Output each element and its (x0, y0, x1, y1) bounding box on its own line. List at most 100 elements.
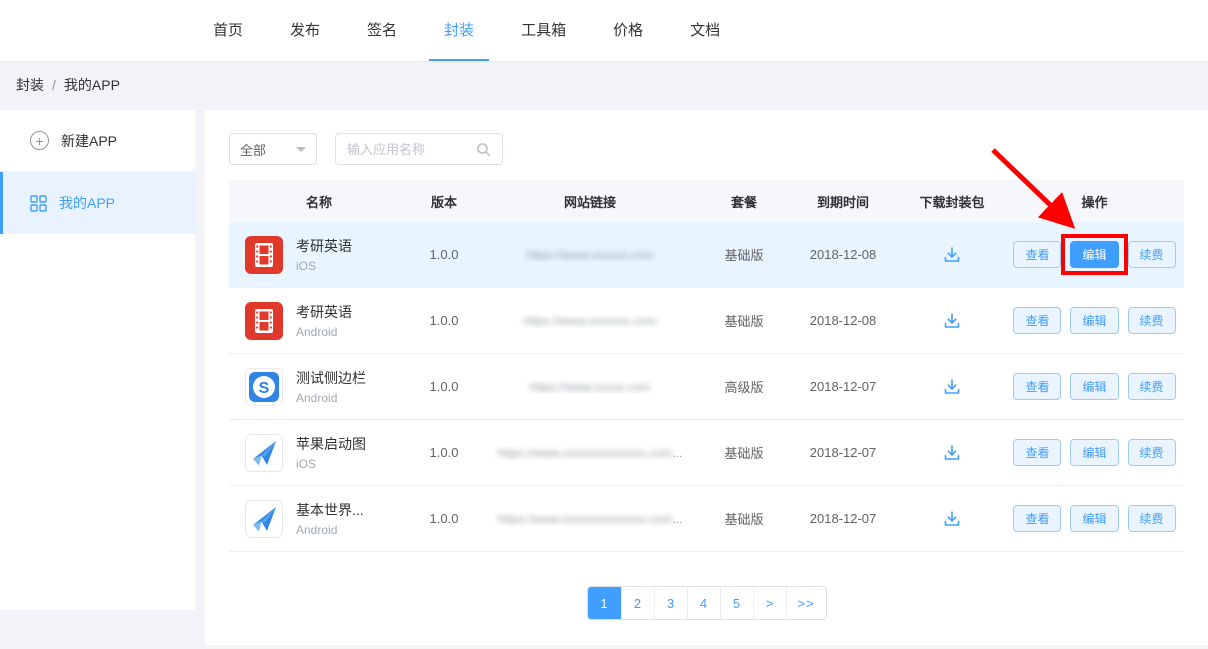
col-header-actions: 操作 (1005, 192, 1184, 211)
sidebar-item-my-app[interactable]: 我的APP (0, 172, 195, 234)
nav-item-home[interactable]: 首页 (198, 0, 258, 61)
app-platform: Android (296, 391, 366, 405)
table-row: S 测试侧边栏 Android 1.0.0 https://www.xxxxx.… (229, 354, 1184, 420)
col-header-name: 名称 (229, 192, 409, 211)
col-header-url: 网站链接 (479, 192, 701, 211)
breadcrumb-current-page: 我的APP (64, 75, 120, 95)
col-header-plan: 套餐 (701, 192, 787, 211)
nav-item-toolbox[interactable]: 工具箱 (506, 0, 581, 61)
top-navigation: 首页 发布 签名 封装 工具箱 价格 文档 (0, 0, 1208, 62)
col-header-version: 版本 (409, 192, 479, 211)
sidebar-item-label: 我的APP (59, 193, 115, 213)
edit-button[interactable]: 编辑 (1070, 307, 1118, 334)
sidebar: + 新建APP 我的APP (0, 110, 195, 610)
breadcrumb-separator: / (52, 77, 56, 93)
view-button[interactable]: 查看 (1013, 373, 1061, 400)
app-plan: 基础版 (701, 509, 787, 528)
app-plan: 基础版 (701, 311, 787, 330)
app-plan: 基础版 (701, 443, 787, 462)
renew-button[interactable]: 续费 (1128, 505, 1176, 532)
sidebar-item-label: 新建APP (61, 131, 117, 151)
table-row: 考研英语 Android 1.0.0 https://www.xxxxxxx.c… (229, 288, 1184, 354)
app-table: 名称 版本 网站链接 套餐 到期时间 下载封装包 操作 (229, 180, 1184, 552)
last-page-button[interactable]: >> (786, 587, 826, 619)
app-plan: 高级版 (701, 377, 787, 396)
filter-select[interactable]: 全部 (229, 133, 317, 165)
view-button[interactable]: 查看 (1013, 241, 1061, 268)
app-name: 苹果启动图 (296, 434, 366, 454)
nav-item-publish[interactable]: 发布 (275, 0, 335, 61)
search-icon[interactable] (476, 142, 491, 157)
app-icon-film (245, 236, 283, 274)
page-button-2[interactable]: 2 (621, 587, 654, 619)
view-button[interactable]: 查看 (1013, 307, 1061, 334)
renew-button[interactable]: 续费 (1128, 373, 1176, 400)
plus-circle-icon: + (30, 131, 49, 150)
page-button-4[interactable]: 4 (687, 587, 720, 619)
pagination: 1 2 3 4 5 > >> (587, 586, 827, 620)
app-version: 1.0.0 (409, 313, 479, 328)
download-package-button[interactable] (938, 307, 966, 335)
svg-text:S: S (259, 380, 270, 397)
renew-button[interactable]: 续费 (1128, 439, 1176, 466)
app-icon-s-logo: S (245, 368, 283, 406)
app-platform: Android (296, 325, 352, 339)
download-package-button[interactable] (938, 505, 966, 533)
app-version: 1.0.0 (409, 511, 479, 526)
edit-button[interactable]: 编辑 (1070, 373, 1118, 400)
col-header-download: 下载封装包 (899, 192, 1005, 211)
app-icon-paper-plane (245, 434, 283, 472)
main-panel: 全部 名称 版本 网站链接 套餐 到期时间 下载封装包 操作 (205, 110, 1208, 645)
search-input[interactable] (347, 142, 468, 157)
app-expires: 2018-12-08 (787, 313, 899, 328)
download-icon (942, 377, 962, 397)
table-row: 考研英语 iOS 1.0.0 https://www.xxxxxx.com 基础… (229, 222, 1184, 288)
annotation-highlight-box: 编辑 (1070, 241, 1118, 268)
app-expires: 2018-12-07 (787, 511, 899, 526)
view-button[interactable]: 查看 (1013, 505, 1061, 532)
app-url-blurred: https://www.xxxxx.com (530, 380, 651, 394)
renew-button[interactable]: 续费 (1128, 241, 1176, 268)
sidebar-item-new-app[interactable]: + 新建APP (0, 110, 195, 172)
download-package-button[interactable] (938, 241, 966, 269)
page-button-5[interactable]: 5 (720, 587, 753, 619)
nav-item-docs[interactable]: 文档 (675, 0, 735, 61)
download-icon (942, 311, 962, 331)
app-name: 基本世界... (296, 500, 364, 520)
app-plan: 基础版 (701, 245, 787, 264)
app-platform: Android (296, 523, 364, 537)
app-version: 1.0.0 (409, 247, 479, 262)
app-name: 测试侧边栏 (296, 368, 366, 388)
nav-item-signature[interactable]: 签名 (352, 0, 412, 61)
app-url-suffix: ... (672, 512, 682, 526)
next-page-button[interactable]: > (753, 587, 786, 619)
page-button-1[interactable]: 1 (588, 587, 621, 619)
download-package-button[interactable] (938, 373, 966, 401)
chevron-down-icon (296, 147, 306, 157)
view-button[interactable]: 查看 (1013, 439, 1061, 466)
download-icon (942, 443, 962, 463)
page-button-3[interactable]: 3 (654, 587, 687, 619)
nav-item-package[interactable]: 封装 (429, 0, 489, 61)
download-icon (942, 509, 962, 529)
app-version: 1.0.0 (409, 445, 479, 460)
app-url-blurred: https://www.xxxxxxxxxxxxxx.com (498, 512, 673, 526)
app-version: 1.0.0 (409, 379, 479, 394)
breadcrumb-section[interactable]: 封装 (16, 75, 44, 95)
app-platform: iOS (296, 457, 366, 471)
app-expires: 2018-12-07 (787, 379, 899, 394)
toolbar: 全部 (229, 133, 1184, 165)
app-url-blurred: https://www.xxxxxxx.com (524, 314, 657, 328)
table-row: 苹果启动图 iOS 1.0.0 https://www.xxxxxxxxxxxx… (229, 420, 1184, 486)
edit-button[interactable]: 编辑 (1070, 241, 1118, 268)
download-package-button[interactable] (938, 439, 966, 467)
filter-select-value: 全部 (240, 140, 266, 159)
edit-button[interactable]: 编辑 (1070, 439, 1118, 466)
app-name: 考研英语 (296, 236, 352, 256)
edit-button[interactable]: 编辑 (1070, 505, 1118, 532)
nav-item-price[interactable]: 价格 (598, 0, 658, 61)
download-icon (942, 245, 962, 265)
table-row: 基本世界... Android 1.0.0 https://www.xxxxxx… (229, 486, 1184, 552)
app-url-blurred: https://www.xxxxxx.com (527, 248, 654, 262)
renew-button[interactable]: 续费 (1128, 307, 1176, 334)
